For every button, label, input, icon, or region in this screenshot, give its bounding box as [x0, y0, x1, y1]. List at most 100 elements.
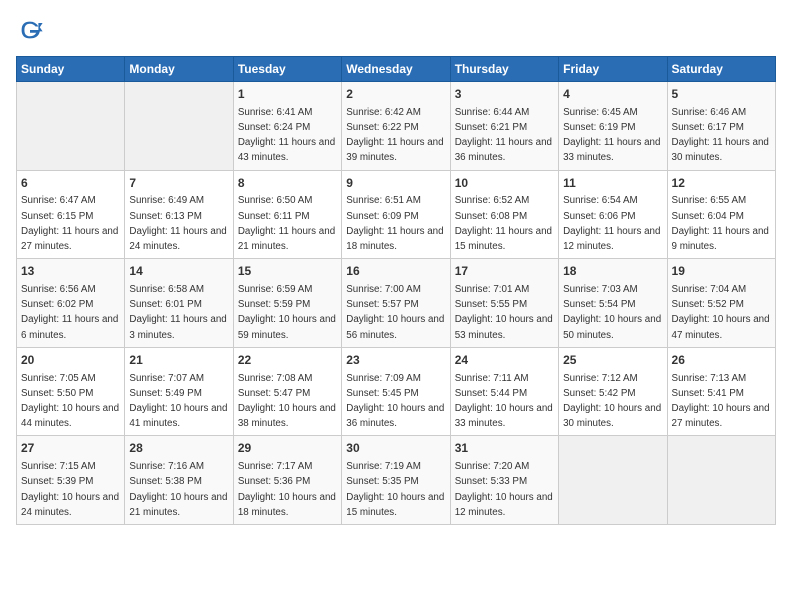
- day-number: 23: [346, 352, 445, 369]
- weekday-thursday: Thursday: [450, 57, 558, 82]
- day-number: 20: [21, 352, 120, 369]
- calendar-cell: 1Sunrise: 6:41 AMSunset: 6:24 PMDaylight…: [233, 82, 341, 171]
- day-info: Sunrise: 7:05 AMSunset: 5:50 PMDaylight:…: [21, 373, 119, 430]
- day-number: 3: [455, 86, 554, 103]
- day-info: Sunrise: 7:20 AMSunset: 5:33 PMDaylight:…: [455, 461, 553, 518]
- day-info: Sunrise: 6:49 AMSunset: 6:13 PMDaylight:…: [129, 195, 226, 252]
- calendar-table: SundayMondayTuesdayWednesdayThursdayFrid…: [16, 56, 776, 525]
- day-number: 28: [129, 440, 228, 457]
- calendar-cell: 17 Sunrise: 7:01 AMSunset: 5:55 PMDayligh…: [450, 259, 558, 348]
- day-info: Sunrise: 7:17 AMSunset: 5:36 PMDaylight:…: [238, 461, 336, 518]
- calendar-cell: 10 Sunrise: 6:52 AMSunset: 6:08 PMDayligh…: [450, 170, 558, 259]
- day-info: Sunrise: 7:07 AMSunset: 5:49 PMDaylight:…: [129, 373, 227, 430]
- day-number: 9: [346, 175, 445, 192]
- day-info: Sunrise: 6:50 AMSunset: 6:11 PMDaylight:…: [238, 195, 335, 252]
- calendar-cell: 31 Sunrise: 7:20 AMSunset: 5:33 PMDayligh…: [450, 436, 558, 525]
- day-number: 16: [346, 263, 445, 280]
- day-number: 27: [21, 440, 120, 457]
- calendar-cell: 27 Sunrise: 7:15 AMSunset: 5:39 PMDayligh…: [17, 436, 125, 525]
- calendar-cell: [17, 82, 125, 171]
- day-info: Sunrise: 6:55 AMSunset: 6:04 PMDaylight:…: [672, 195, 769, 252]
- calendar-cell: 23 Sunrise: 7:09 AMSunset: 5:45 PMDayligh…: [342, 347, 450, 436]
- day-number: 11: [563, 175, 662, 192]
- calendar-cell: 22Sunrise: 7:08 AMSunset: 5:47 PMDayligh…: [233, 347, 341, 436]
- calendar-cell: 30 Sunrise: 7:19 AMSunset: 5:35 PMDayligh…: [342, 436, 450, 525]
- day-info: Sunrise: 6:46 AMSunset: 6:17 PMDaylight:…: [672, 107, 769, 164]
- calendar-cell: [559, 436, 667, 525]
- day-info: Sunrise: 7:13 AMSunset: 5:41 PMDaylight:…: [672, 373, 770, 430]
- day-number: 19: [672, 263, 771, 280]
- calendar-cell: 16 Sunrise: 7:00 AMSunset: 5:57 PMDayligh…: [342, 259, 450, 348]
- calendar-cell: 19 Sunrise: 7:04 AMSunset: 5:52 PMDayligh…: [667, 259, 775, 348]
- calendar-cell: 28 Sunrise: 7:16 AMSunset: 5:38 PMDayligh…: [125, 436, 233, 525]
- day-info: Sunrise: 6:59 AMSunset: 5:59 PMDaylight:…: [238, 284, 336, 341]
- day-number: 15: [238, 263, 337, 280]
- weekday-friday: Friday: [559, 57, 667, 82]
- day-info: Sunrise: 6:42 AMSunset: 6:22 PMDaylight:…: [346, 107, 443, 164]
- calendar-cell: [667, 436, 775, 525]
- day-number: 8: [238, 175, 337, 192]
- day-number: 14: [129, 263, 228, 280]
- calendar-cell: 7 Sunrise: 6:49 AMSunset: 6:13 PMDaylight…: [125, 170, 233, 259]
- day-number: 6: [21, 175, 120, 192]
- calendar-cell: 13Sunrise: 6:56 AMSunset: 6:02 PMDayligh…: [17, 259, 125, 348]
- day-info: Sunrise: 7:04 AMSunset: 5:52 PMDaylight:…: [672, 284, 770, 341]
- calendar-cell: 5 Sunrise: 6:46 AMSunset: 6:17 PMDaylight…: [667, 82, 775, 171]
- day-number: 4: [563, 86, 662, 103]
- day-number: 2: [346, 86, 445, 103]
- day-number: 18: [563, 263, 662, 280]
- day-info: Sunrise: 7:16 AMSunset: 5:38 PMDaylight:…: [129, 461, 227, 518]
- calendar-week-2: 6 Sunrise: 6:47 AMSunset: 6:15 PMDaylight…: [17, 170, 776, 259]
- calendar-week-4: 20 Sunrise: 7:05 AMSunset: 5:50 PMDayligh…: [17, 347, 776, 436]
- day-number: 30: [346, 440, 445, 457]
- weekday-sunday: Sunday: [17, 57, 125, 82]
- day-info: Sunrise: 6:45 AMSunset: 6:19 PMDaylight:…: [563, 107, 660, 164]
- day-info: Sunrise: 6:52 AMSunset: 6:08 PMDaylight:…: [455, 195, 552, 252]
- day-number: 1: [238, 86, 337, 103]
- weekday-header-row: SundayMondayTuesdayWednesdayThursdayFrid…: [17, 57, 776, 82]
- day-info: Sunrise: 6:56 AMSunset: 6:02 PMDaylight:…: [21, 284, 118, 341]
- day-number: 5: [672, 86, 771, 103]
- day-number: 7: [129, 175, 228, 192]
- calendar-cell: 12Sunrise: 6:55 AMSunset: 6:04 PMDayligh…: [667, 170, 775, 259]
- day-info: Sunrise: 6:47 AMSunset: 6:15 PMDaylight:…: [21, 195, 118, 252]
- day-number: 17: [455, 263, 554, 280]
- day-info: Sunrise: 7:01 AMSunset: 5:55 PMDaylight:…: [455, 284, 553, 341]
- calendar-cell: 25 Sunrise: 7:12 AMSunset: 5:42 PMDayligh…: [559, 347, 667, 436]
- day-info: Sunrise: 7:15 AMSunset: 5:39 PMDaylight:…: [21, 461, 119, 518]
- calendar-cell: 15 Sunrise: 6:59 AMSunset: 5:59 PMDayligh…: [233, 259, 341, 348]
- calendar-cell: 2 Sunrise: 6:42 AMSunset: 6:22 PMDaylight…: [342, 82, 450, 171]
- calendar-cell: [125, 82, 233, 171]
- weekday-tuesday: Tuesday: [233, 57, 341, 82]
- day-number: 31: [455, 440, 554, 457]
- calendar-cell: 26 Sunrise: 7:13 AMSunset: 5:41 PMDayligh…: [667, 347, 775, 436]
- day-number: 10: [455, 175, 554, 192]
- calendar-cell: 20 Sunrise: 7:05 AMSunset: 5:50 PMDayligh…: [17, 347, 125, 436]
- day-number: 22: [238, 352, 337, 369]
- day-number: 29: [238, 440, 337, 457]
- calendar-cell: 8 Sunrise: 6:50 AMSunset: 6:11 PMDaylight…: [233, 170, 341, 259]
- day-number: 26: [672, 352, 771, 369]
- calendar-cell: 21Sunrise: 7:07 AMSunset: 5:49 PMDayligh…: [125, 347, 233, 436]
- calendar-cell: 3 Sunrise: 6:44 AMSunset: 6:21 PMDaylight…: [450, 82, 558, 171]
- calendar-body: 1Sunrise: 6:41 AMSunset: 6:24 PMDaylight…: [17, 82, 776, 525]
- calendar-week-3: 13Sunrise: 6:56 AMSunset: 6:02 PMDayligh…: [17, 259, 776, 348]
- calendar-cell: 24 Sunrise: 7:11 AMSunset: 5:44 PMDayligh…: [450, 347, 558, 436]
- day-info: Sunrise: 7:03 AMSunset: 5:54 PMDaylight:…: [563, 284, 661, 341]
- day-info: Sunrise: 7:12 AMSunset: 5:42 PMDaylight:…: [563, 373, 661, 430]
- calendar-week-5: 27 Sunrise: 7:15 AMSunset: 5:39 PMDayligh…: [17, 436, 776, 525]
- day-info: Sunrise: 7:19 AMSunset: 5:35 PMDaylight:…: [346, 461, 444, 518]
- weekday-monday: Monday: [125, 57, 233, 82]
- calendar-cell: 11Sunrise: 6:54 AMSunset: 6:06 PMDayligh…: [559, 170, 667, 259]
- day-info: Sunrise: 7:00 AMSunset: 5:57 PMDaylight:…: [346, 284, 444, 341]
- logo-icon: [16, 16, 44, 44]
- calendar-cell: 6 Sunrise: 6:47 AMSunset: 6:15 PMDaylight…: [17, 170, 125, 259]
- day-info: Sunrise: 7:09 AMSunset: 5:45 PMDaylight:…: [346, 373, 444, 430]
- calendar-cell: 9Sunrise: 6:51 AMSunset: 6:09 PMDaylight…: [342, 170, 450, 259]
- day-number: 24: [455, 352, 554, 369]
- weekday-saturday: Saturday: [667, 57, 775, 82]
- day-info: Sunrise: 6:44 AMSunset: 6:21 PMDaylight:…: [455, 107, 552, 164]
- day-info: Sunrise: 7:11 AMSunset: 5:44 PMDaylight:…: [455, 373, 553, 430]
- day-number: 25: [563, 352, 662, 369]
- day-info: Sunrise: 6:58 AMSunset: 6:01 PMDaylight:…: [129, 284, 226, 341]
